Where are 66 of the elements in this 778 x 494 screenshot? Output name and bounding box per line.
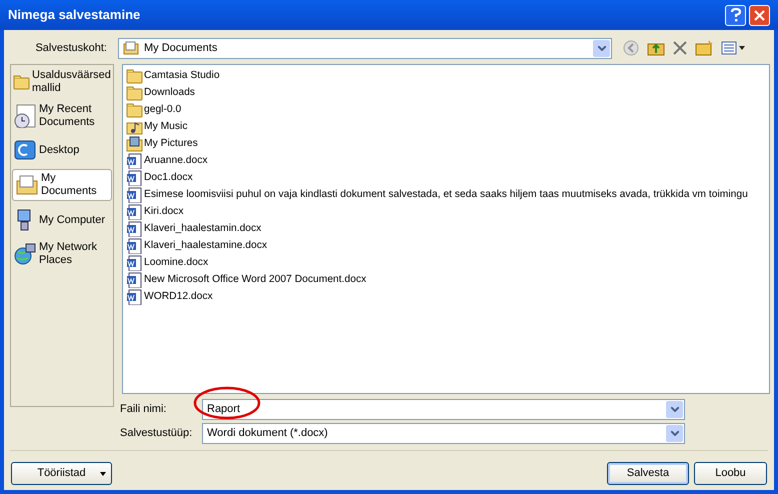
word-document-icon [126, 186, 143, 202]
cancel-button[interactable]: Loobu [694, 462, 767, 485]
word-document-icon [126, 288, 143, 304]
place-item[interactable]: My Recent Documents [11, 99, 113, 133]
file-item[interactable]: Esimese loomisviisi puhul on vaja kindlasti dokument salvestada, et seda saaks hiljem taas muutmiseks avada, trükkida vm toimingu [126, 186, 769, 203]
word-document-icon [126, 220, 143, 236]
place-item[interactable]: My Computer [11, 203, 113, 237]
views-icon[interactable] [721, 40, 745, 56]
close-icon [754, 10, 765, 20]
chevron-icon [670, 406, 678, 412]
desktop-icon [13, 138, 37, 162]
chevron-icon [598, 46, 606, 50]
filetype-combo[interactable]: Wordi dokument (*.docx) [202, 422, 685, 444]
folder-icon [126, 102, 143, 118]
file-item[interactable]: My Music [126, 118, 769, 135]
filename-value: Raport [207, 402, 242, 417]
new-folder-icon[interactable] [695, 40, 713, 56]
chevron-icon [670, 430, 678, 436]
help-icon [730, 8, 740, 22]
file-item[interactable]: Klaveri_haalestamin.docx [126, 220, 769, 237]
file-item[interactable]: My Pictures [126, 135, 769, 152]
dropdown-button[interactable] [666, 400, 683, 418]
word-document-icon [126, 152, 143, 168]
file-item[interactable]: Loomine.docx [126, 254, 769, 271]
tools-button[interactable]: Tööriistad [11, 462, 112, 485]
folder-icon [126, 68, 143, 84]
place-item[interactable]: Usaldusväärsed mallid [11, 65, 113, 99]
place-item[interactable]: Desktop [11, 133, 113, 167]
word-document-icon [126, 238, 143, 254]
documents-icon [15, 173, 39, 197]
folder-icon [126, 84, 143, 100]
filename-combo[interactable]: Raport [202, 398, 685, 420]
close-button[interactable] [749, 4, 770, 26]
file-item[interactable]: Downloads [126, 84, 769, 101]
file-item[interactable]: Doc1.docx [126, 169, 769, 186]
help-button[interactable] [725, 4, 746, 26]
word-document-icon [126, 204, 143, 220]
file-item[interactable]: New Microsoft Office Word 2007 Document.docx [126, 271, 769, 288]
clock-document-icon [13, 104, 37, 128]
word-document-icon [126, 272, 143, 288]
file-item[interactable]: Aruanne.docx [126, 152, 769, 169]
word-document-icon [126, 254, 143, 270]
caret-icon [100, 472, 106, 476]
place-item[interactable]: My Documents [12, 169, 112, 201]
file-item[interactable]: Klaveri_haalestamine.docx [126, 237, 769, 254]
location-combo[interactable]: My Documents [118, 38, 612, 58]
location-label: Salvestuskoht: [34, 40, 108, 56]
file-item[interactable]: Camtasia Studio [126, 67, 769, 84]
pictures-folder-icon [126, 136, 143, 152]
filetype-label: Salvestustüüp: [120, 426, 194, 441]
location-value: My Documents [144, 40, 218, 56]
documents-icon [123, 41, 139, 55]
dropdown-button[interactable] [666, 424, 683, 442]
filetype-value: Wordi dokument (*.docx) [207, 426, 329, 441]
filename-label: Faili nimi: [120, 402, 168, 417]
delete-icon[interactable] [673, 41, 687, 55]
file-item[interactable]: Kiri.docx [126, 203, 769, 220]
save-button[interactable]: Salvesta [607, 462, 689, 485]
file-item[interactable]: gegl-0.0 [126, 101, 769, 118]
globe-computer-icon [13, 242, 37, 266]
window-title: Nimega salvestamine [8, 6, 142, 24]
word-document-icon [126, 170, 143, 186]
place-item[interactable]: My Network Places [11, 237, 113, 271]
folder-icon [13, 74, 30, 90]
dropdown-button[interactable] [593, 40, 610, 56]
file-item[interactable]: WORD12.docx [126, 288, 769, 305]
